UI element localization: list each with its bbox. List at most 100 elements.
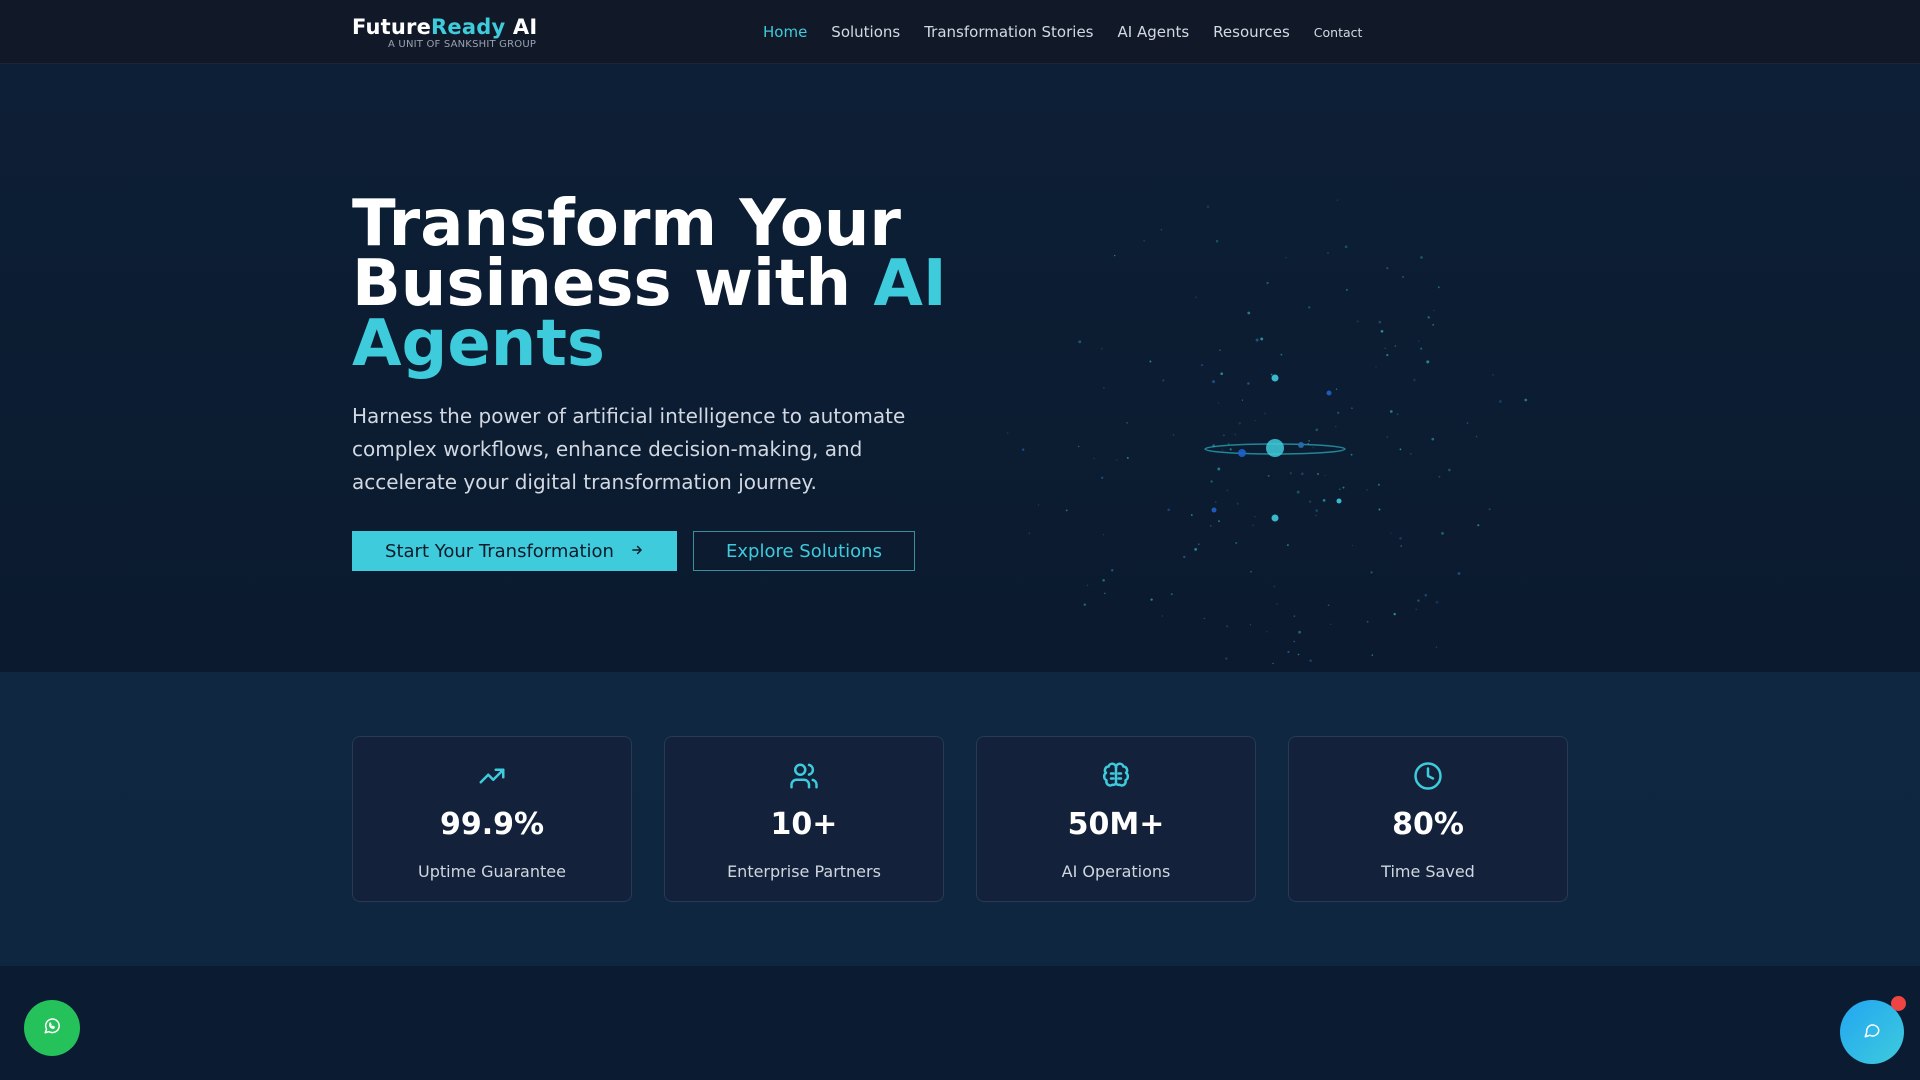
nav-link-resources[interactable]: Resources bbox=[1213, 23, 1290, 41]
network-particle bbox=[1420, 256, 1423, 259]
orbit-node bbox=[1238, 449, 1246, 457]
network-particle bbox=[1426, 360, 1430, 364]
network-particle bbox=[1420, 347, 1423, 350]
network-particle bbox=[1116, 459, 1118, 461]
network-particle bbox=[1378, 320, 1382, 324]
network-particle bbox=[1264, 412, 1266, 415]
network-particle bbox=[1424, 593, 1428, 597]
network-particle bbox=[1143, 240, 1145, 242]
network-particle bbox=[1162, 379, 1165, 382]
network-particle bbox=[1400, 545, 1403, 547]
network-particle bbox=[1336, 199, 1339, 201]
chat-bubble-icon bbox=[1863, 1021, 1881, 1043]
brand-logo[interactable]: FutureReady AI A UNIT OF SANKSHIT GROUP bbox=[352, 15, 537, 50]
nav-link-solutions[interactable]: Solutions bbox=[831, 23, 900, 41]
network-particle bbox=[1160, 228, 1163, 231]
hero-section: Transform Your Business with AI Agents Ha… bbox=[0, 64, 1920, 672]
network-particle bbox=[1431, 437, 1435, 441]
network-particle bbox=[1007, 432, 1009, 434]
network-particle bbox=[1384, 347, 1386, 349]
start-transformation-button[interactable]: Start Your Transformation bbox=[352, 531, 677, 571]
network-particle bbox=[1350, 453, 1353, 456]
network-particle bbox=[1150, 598, 1153, 601]
network-particle bbox=[1394, 345, 1397, 347]
explore-solutions-button[interactable]: Explore Solutions bbox=[693, 531, 915, 571]
network-particle bbox=[1342, 486, 1345, 489]
network-particle bbox=[1103, 387, 1105, 389]
stat-value: 80% bbox=[1392, 807, 1464, 842]
clock-icon bbox=[1413, 761, 1443, 791]
network-particle bbox=[1389, 410, 1393, 413]
stat-label: AI Operations bbox=[1061, 862, 1171, 881]
network-particle bbox=[1161, 615, 1164, 617]
network-particle bbox=[1247, 311, 1251, 315]
network-particle bbox=[1203, 617, 1205, 620]
nav-link-transformation-stories[interactable]: Transformation Stories bbox=[924, 23, 1093, 41]
network-particle bbox=[1466, 422, 1469, 424]
network-particle bbox=[1401, 275, 1405, 279]
network-particle bbox=[1102, 533, 1105, 536]
network-particle bbox=[1315, 514, 1317, 517]
network-particle bbox=[1297, 653, 1300, 656]
network-particle bbox=[1492, 373, 1495, 376]
whatsapp-button[interactable] bbox=[24, 1000, 80, 1056]
network-particle bbox=[1238, 422, 1241, 425]
network-particle bbox=[1037, 504, 1040, 506]
network-particle bbox=[1329, 623, 1332, 626]
network-particle bbox=[1356, 320, 1359, 323]
network-node bbox=[1271, 514, 1279, 522]
network-particle bbox=[1110, 568, 1114, 572]
network-particle bbox=[1229, 448, 1232, 451]
network-particle bbox=[1167, 508, 1171, 512]
network-particle bbox=[1220, 372, 1224, 376]
network-particle bbox=[1100, 347, 1103, 350]
network-particle bbox=[1260, 337, 1264, 341]
nav-link-contact[interactable]: Contact bbox=[1314, 25, 1363, 40]
network-particle bbox=[1435, 600, 1439, 604]
network-particle bbox=[1218, 520, 1220, 522]
network-particle bbox=[1393, 612, 1396, 616]
network-particle bbox=[1386, 354, 1389, 357]
network-particle bbox=[1327, 252, 1329, 254]
network-particle bbox=[1272, 662, 1274, 664]
network-node bbox=[1211, 507, 1217, 513]
stat-label: Uptime Guarantee bbox=[418, 862, 566, 881]
network-particle bbox=[1266, 631, 1268, 633]
network-particle bbox=[1287, 650, 1290, 654]
stat-card-operations: 50M+ AI Operations bbox=[976, 736, 1256, 902]
network-particle bbox=[1315, 428, 1319, 432]
network-particle bbox=[1126, 456, 1129, 459]
network-particle bbox=[1241, 399, 1244, 401]
network-particle bbox=[1215, 240, 1219, 243]
network-particle bbox=[1149, 360, 1152, 363]
stats-section: 99.9% Uptime Guarantee 10+ Enterprise Pa… bbox=[0, 672, 1920, 966]
network-particle bbox=[1336, 411, 1340, 415]
network-particle bbox=[1334, 425, 1337, 428]
network-particle bbox=[1285, 256, 1287, 259]
network-particle bbox=[1217, 402, 1220, 404]
top-navbar: FutureReady AI A UNIT OF SANKSHIT GROUP … bbox=[0, 0, 1920, 64]
network-particle bbox=[1206, 205, 1210, 208]
network-particle bbox=[1198, 543, 1200, 545]
network-particle bbox=[1212, 380, 1215, 384]
network-particle bbox=[1273, 585, 1276, 588]
network-particle bbox=[1498, 400, 1502, 403]
network-particle bbox=[1194, 547, 1198, 551]
network-particle bbox=[1322, 499, 1326, 502]
network-particle bbox=[1386, 436, 1388, 438]
network-particle bbox=[1266, 281, 1269, 285]
network-particle bbox=[1021, 448, 1025, 451]
network-particle bbox=[1441, 532, 1444, 535]
network-particle bbox=[1418, 340, 1420, 342]
stat-card-partners: 10+ Enterprise Partners bbox=[664, 736, 944, 902]
network-particle bbox=[1366, 489, 1368, 491]
network-particle bbox=[1371, 654, 1374, 656]
network-particle bbox=[1409, 452, 1412, 455]
network-particle bbox=[1210, 480, 1213, 483]
core-node bbox=[1266, 439, 1284, 457]
network-particle bbox=[1254, 419, 1256, 422]
network-particle bbox=[1386, 266, 1389, 270]
network-particle bbox=[1308, 500, 1312, 503]
nav-link-ai-agents[interactable]: AI Agents bbox=[1117, 23, 1189, 41]
nav-link-home[interactable]: Home bbox=[763, 23, 807, 41]
